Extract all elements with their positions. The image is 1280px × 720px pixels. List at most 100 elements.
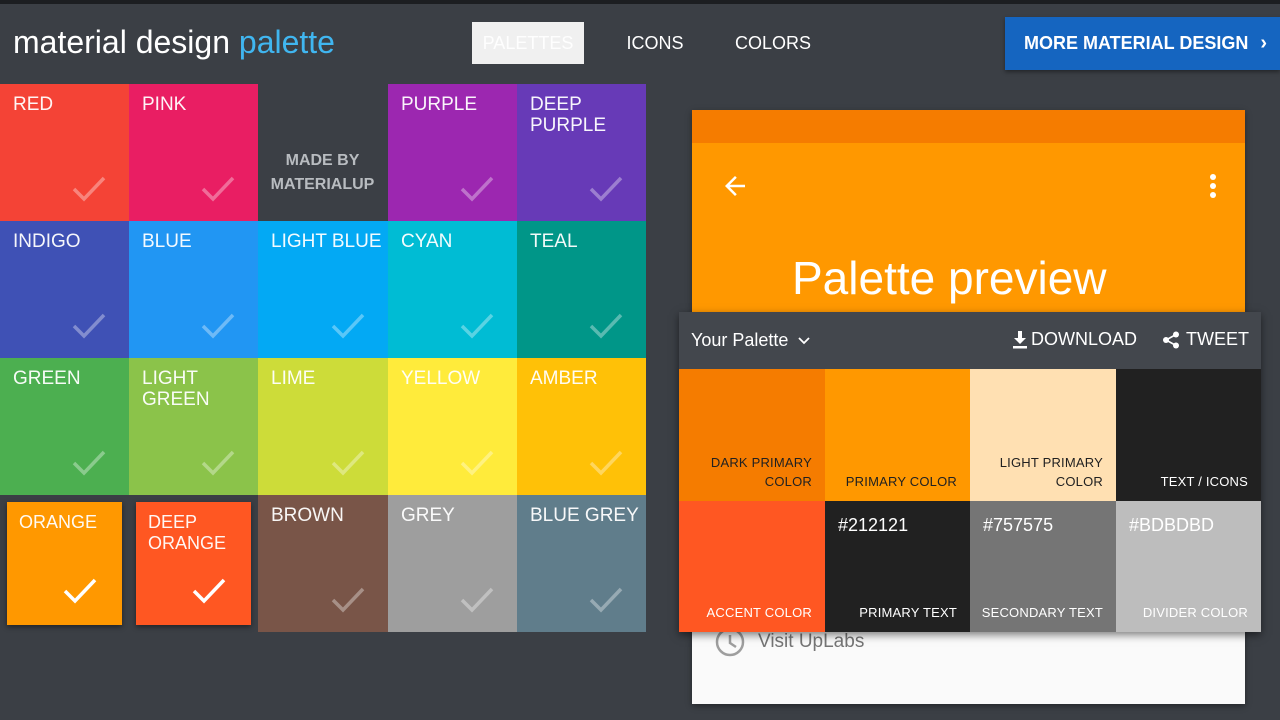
visit-uplabs-label: Visit UpLabs (758, 631, 865, 652)
swatch-label: DIVIDER COLOR (1143, 603, 1248, 622)
color-tile-orange[interactable]: ORANGE (7, 502, 122, 625)
swatch-label-line2: TEXT / ICONS (1160, 474, 1248, 489)
color-tile-light-green[interactable]: LIGHT GREEN (129, 358, 258, 495)
swatch-accent-color[interactable]: ACCENT COLOR (679, 501, 825, 632)
swatch-label: TEXT / ICONS (1161, 472, 1248, 491)
swatch-secondary-text[interactable]: #757575 SECONDARY TEXT (970, 501, 1116, 632)
color-tile-yellow[interactable]: YELLOW (388, 358, 517, 495)
download-label: DOWNLOAD (1031, 329, 1138, 349)
swatch-text-icons[interactable]: TEXT / ICONS (1116, 369, 1261, 501)
swatch-label: SECONDARY TEXT (982, 603, 1103, 622)
color-tile-light-blue[interactable]: LIGHT BLUE (258, 221, 388, 358)
swatch-label: DARK PRIMARY COLOR (711, 453, 812, 491)
color-tile-green[interactable]: GREEN (0, 358, 129, 495)
color-tile-label: RED (13, 94, 54, 115)
swatch-label-line2: COLOR (764, 474, 812, 489)
swatch-hex: #212121 (838, 515, 909, 535)
color-tile-label: LIME (271, 368, 316, 389)
color-tile-amber[interactable]: AMBER (517, 358, 646, 495)
color-tile-label: YELLOW (401, 368, 481, 389)
palette-grid: RED PINK MADE BY MATERIALUP PURPLE DEEP PURPL… (0, 84, 646, 632)
check-icon (588, 449, 624, 477)
tweet-button[interactable]: TWEET (1162, 329, 1249, 350)
made-by-line2: MATERIALUP (270, 175, 375, 193)
chevron-down-icon (798, 336, 811, 344)
swatch-label: LIGHT PRIMARY COLOR (1000, 453, 1103, 491)
swatch-label-line2: ACCENT COLOR (706, 605, 812, 620)
swatch-label-line2: SECONDARY TEXT (981, 605, 1103, 620)
more-material-design-button[interactable]: MORE MATERIAL DESIGN › (1005, 17, 1280, 70)
swatch-primary-text[interactable]: #212121 PRIMARY TEXT (825, 501, 970, 632)
panel-header: Your Palette DOWNLOAD TWEET (679, 312, 1261, 369)
check-icon (200, 449, 236, 477)
swatch-label-line1: LIGHT PRIMARY (999, 455, 1103, 470)
swatch-label: PRIMARY TEXT (859, 603, 957, 622)
color-tile-teal[interactable]: TEAL (517, 221, 646, 358)
logo-main-text: material design (13, 24, 230, 60)
tab-icons-label: ICONS (626, 33, 684, 53)
palette-name-dropdown[interactable]: Your Palette (691, 330, 811, 351)
arrow-back-icon (720, 171, 750, 201)
app-logo[interactable]: material design palette (13, 24, 335, 61)
color-tile-red[interactable]: RED (0, 84, 129, 221)
swatch-label: ACCENT COLOR (707, 603, 812, 622)
download-button[interactable]: DOWNLOAD (1013, 329, 1137, 350)
color-tile-label: PINK (142, 94, 187, 115)
color-tile-label: GREY (401, 505, 455, 526)
color-tile-made-by: MADE BY MATERIALUP (258, 84, 388, 221)
top-edge (0, 0, 1280, 4)
color-tile-lime[interactable]: LIME (258, 358, 388, 495)
preview-app-bar: Palette preview (692, 143, 1245, 313)
check-icon (330, 312, 366, 340)
color-tile-deep-orange[interactable]: DEEP ORANGE (136, 502, 251, 625)
color-tile-purple[interactable]: PURPLE (388, 84, 517, 221)
swatch-label-line2: COLOR (1055, 474, 1103, 489)
color-tile-label: ORANGE (19, 512, 98, 532)
color-tile-grey[interactable]: GREY (388, 495, 517, 632)
more-vert-icon (1207, 171, 1219, 201)
tab-colors-label: COLORS (734, 33, 812, 53)
color-tile-label: BLUE GREY (530, 505, 639, 526)
swatch-primary-color[interactable]: PRIMARY COLOR (825, 369, 970, 501)
swatch-label-line2: PRIMARY TEXT (859, 605, 957, 620)
color-tile-label: DEEP ORANGE (148, 512, 227, 553)
check-icon (459, 175, 495, 203)
color-tile-cyan[interactable]: CYAN (388, 221, 517, 358)
swatch-hex: #BDBDBD (1129, 515, 1215, 535)
color-tile-label: CYAN (401, 231, 453, 252)
download-icon (1013, 330, 1027, 348)
chevron-right-icon: › (1260, 32, 1268, 54)
check-icon (200, 312, 236, 340)
color-tile-blue-grey[interactable]: BLUE GREY (517, 495, 646, 632)
check-icon (71, 312, 107, 340)
swatch-dark-primary-color[interactable]: DARK PRIMARY COLOR (679, 369, 825, 501)
color-tile-pink[interactable]: PINK (129, 84, 258, 221)
check-icon (459, 586, 495, 614)
check-icon (330, 449, 366, 477)
swatch-divider-color[interactable]: #BDBDBD DIVIDER COLOR (1116, 501, 1261, 632)
check-icon (62, 577, 98, 605)
tab-colors[interactable]: COLORS (726, 22, 820, 64)
check-icon (191, 577, 227, 605)
color-tile-label: AMBER (530, 368, 598, 389)
check-icon (71, 449, 107, 477)
color-tile-blue[interactable]: BLUE (129, 221, 258, 358)
color-tile-label: BROWN (271, 505, 344, 526)
color-tile-brown[interactable]: BROWN (258, 495, 388, 632)
share-icon (1163, 331, 1179, 348)
tab-icons[interactable]: ICONS (612, 22, 698, 64)
color-tile-indigo[interactable]: INDIGO (0, 221, 129, 358)
swatch-hex: #757575 (983, 515, 1054, 535)
made-by-line1: MADE BY (285, 151, 360, 169)
check-icon (71, 175, 107, 203)
swatch-light-primary-color[interactable]: LIGHT PRIMARY COLOR (970, 369, 1116, 501)
color-tile-label: GREEN (13, 368, 81, 389)
made-by-materialup[interactable]: MADE BY MATERIALUP (258, 84, 387, 221)
check-icon (330, 586, 366, 614)
swatch-label: PRIMARY COLOR (846, 472, 957, 491)
color-tile-deep-purple[interactable]: DEEP PURPLE (517, 84, 646, 221)
check-icon (588, 586, 624, 614)
color-tile-label: PURPLE (401, 94, 478, 115)
swatch-label-line2: DIVIDER COLOR (1142, 605, 1248, 620)
tab-palettes[interactable]: PALETTES (472, 22, 584, 64)
